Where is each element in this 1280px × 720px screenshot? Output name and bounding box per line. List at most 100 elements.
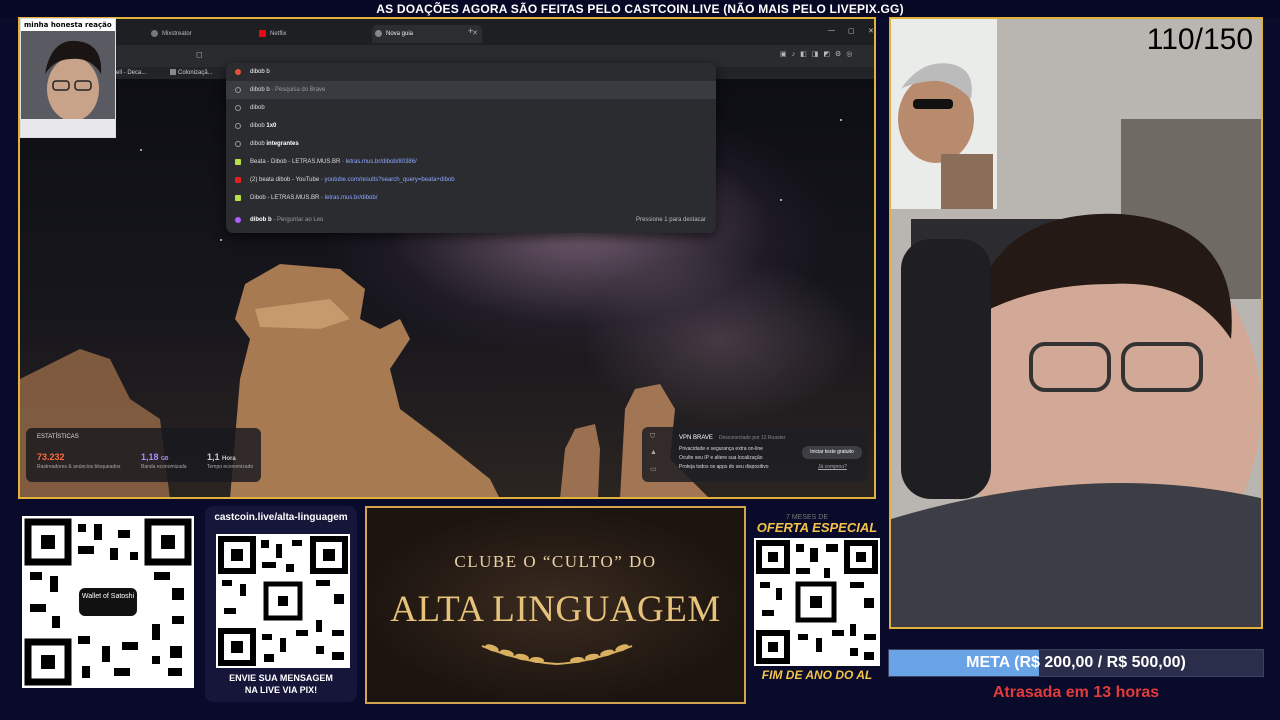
minimize-icon[interactable]: — bbox=[828, 27, 835, 34]
suggestion-text: Dibob - LETRAS.MUS.BR bbox=[250, 195, 320, 201]
vpn-feature: Oculte seu IP e altere sua localização bbox=[679, 455, 763, 461]
pix-qr-code bbox=[216, 534, 350, 668]
special-offer: 7 MESES DE OFERTA ESPECIAL FIM DE ANO DO… bbox=[750, 514, 884, 690]
vpn-feature: Proteja todos os apps do seu dispositivo bbox=[679, 464, 769, 470]
close-window-icon[interactable]: ✕ bbox=[868, 27, 874, 35]
bookmark-favicon bbox=[170, 69, 176, 76]
goal-text: META (R$ 200,00 / R$ 500,00) bbox=[966, 654, 1186, 671]
search-icon bbox=[235, 141, 241, 147]
maximize-icon[interactable]: ▢ bbox=[848, 27, 855, 35]
screen-icon: ▭ bbox=[650, 466, 657, 473]
offer-footer: FIM DE ANO DO AL bbox=[761, 668, 873, 682]
qr-pattern bbox=[756, 540, 878, 664]
shortcut-hint: Pressione 1 para destacar bbox=[635, 217, 706, 223]
pix-link[interactable]: castcoin.live/alta-linguagem bbox=[205, 512, 357, 523]
stat-value: 1,18 bbox=[141, 452, 159, 462]
suggestion-item[interactable]: Dibob - LETRAS.MUS.BR - letras.mus.br/di… bbox=[226, 189, 716, 207]
suggestion-item[interactable]: (2) beata dibob - YouTube - youtube.com/… bbox=[226, 171, 716, 189]
tab-label: Nova guia bbox=[386, 31, 414, 37]
stat-unit: GB bbox=[161, 456, 169, 462]
search-icon bbox=[235, 87, 241, 93]
netflix-icon bbox=[259, 30, 266, 37]
stat-blocked: 73.232 Rastreadores & anúncios bloqueado… bbox=[37, 452, 120, 470]
pix-message-line: ENVIE SUA MENSAGEM bbox=[229, 673, 333, 683]
delay-status: Atrasada em 13 horas bbox=[992, 684, 1160, 701]
tab-label: Netflix bbox=[270, 31, 287, 37]
wallet-of-satoshi-logo: Wallet of Satoshi bbox=[77, 586, 139, 618]
suggestion-item[interactable]: dibob bbox=[226, 99, 716, 117]
suggestion-text: dibob b bbox=[250, 87, 270, 93]
address-bar-input[interactable]: dibob b bbox=[226, 63, 716, 81]
stats-title: ESTATÍSTICAS bbox=[37, 434, 79, 440]
pix-message-line: NA LIVE VIA PIX! bbox=[244, 685, 318, 695]
bookmark-item[interactable]: Colonizaçã... bbox=[170, 68, 213, 78]
stat-label: Banda economizada bbox=[141, 464, 187, 470]
offer-title: OFERTA ESPECIAL bbox=[756, 520, 878, 535]
suggestion-item[interactable]: Beata - Dibob - LETRAS.MUS.BR - letras.m… bbox=[226, 153, 716, 171]
tab-favicon bbox=[151, 30, 158, 37]
new-tab-icon[interactable]: + bbox=[468, 26, 473, 36]
inset-video bbox=[891, 19, 997, 209]
vpn-widget: ⛉ ▲ ▭ VPN BRAVE Desconectado por 12 Roas… bbox=[642, 427, 868, 482]
tab-label: Mixstreator bbox=[162, 31, 192, 37]
suggestion-text: dibob bbox=[250, 105, 265, 111]
qr-pattern bbox=[218, 536, 348, 666]
shield-icon: ⛉ bbox=[650, 433, 656, 440]
stat-unit: Hora bbox=[222, 456, 236, 462]
address-bar-dropdown: dibob b dibob b - Pesquisa do Brave dibo… bbox=[226, 63, 716, 233]
suggestion-url: letras.mus.br/dibob/80386/ bbox=[345, 159, 417, 165]
start-trial-button[interactable]: Iniciar teste gratuito bbox=[802, 446, 862, 459]
stat-bandwidth: 1,18 GB Banda economizada bbox=[141, 452, 187, 470]
tab-mixstreator[interactable]: Mixstreator bbox=[148, 25, 248, 43]
suggestion-url: letras.mus.br/dibob/ bbox=[324, 195, 378, 201]
vpn-feature: Privacidade e segurança extra on-line bbox=[679, 446, 763, 452]
already-bought-link[interactable]: Já comprou? bbox=[818, 464, 847, 470]
stats-widget: ESTATÍSTICAS 73.232 Rastreadores & anúnc… bbox=[26, 428, 261, 482]
search-icon bbox=[235, 105, 241, 111]
tab-nova-guia[interactable]: Nova guia ✕ bbox=[372, 25, 482, 43]
ask-leo-item[interactable]: dibob b - Perguntar ao Leo Pressione 1 p… bbox=[226, 211, 716, 229]
address-bar-query: dibob b bbox=[250, 69, 270, 75]
stat-value: 1,1 bbox=[207, 452, 220, 462]
suggestion-url: youtube.com/results?search_query=beata+d… bbox=[324, 177, 455, 183]
ask-leo-suffix: - Perguntar ao Leo bbox=[271, 217, 324, 223]
view-counter: 110/150 bbox=[1146, 23, 1253, 56]
warning-icon: ▲ bbox=[650, 449, 657, 456]
bookmark-item[interactable]: ell - Deca... bbox=[116, 68, 146, 78]
tab-strip: Mixstreator Netflix Nova guia ✕ + — ▢ ✕ bbox=[20, 19, 874, 45]
letras-icon bbox=[235, 159, 241, 165]
suggestion-bold: integrantes bbox=[266, 141, 299, 147]
extension-icons[interactable]: ▣♪◧◨◩⚙◎ bbox=[780, 50, 857, 58]
stat-time: 1,1 Hora Tempo economizado bbox=[207, 452, 253, 470]
brave-shield-icon bbox=[235, 69, 241, 75]
pix-message: ENVIE SUA MENSAGEM NA LIVE VIA PIX! bbox=[205, 672, 357, 696]
tab-favicon bbox=[375, 30, 382, 37]
suggestion-text: dibob bbox=[250, 123, 267, 129]
suggestion-bold: 1x0 bbox=[266, 123, 277, 129]
clube-banner: CLUBE O “CULTO” DO ALTA LINGUAGEM bbox=[365, 506, 746, 704]
offer-qr-code bbox=[754, 538, 880, 666]
suggestion-text: Beata - Dibob - LETRAS.MUS.BR bbox=[250, 159, 341, 165]
ask-leo-query: dibob b bbox=[250, 217, 272, 223]
vpn-status: Desconectado por 12 Roaster bbox=[719, 435, 786, 441]
streamer-face bbox=[21, 19, 115, 137]
webcam-label: minha honesta reação bbox=[21, 19, 115, 31]
vpn-title: VPN BRAVE bbox=[679, 435, 713, 441]
leo-icon bbox=[235, 217, 241, 223]
suggestion-text: dibob bbox=[250, 141, 267, 147]
inset-person bbox=[891, 19, 997, 209]
suggestion-item[interactable]: dibob integrantes bbox=[226, 135, 716, 153]
suggestion-item[interactable]: dibob b - Pesquisa do Brave bbox=[226, 81, 716, 99]
pix-card: castcoin.live/alta-linguagem ENVIE SUA M… bbox=[205, 506, 357, 702]
laurel-icon bbox=[481, 644, 633, 665]
youtube-icon bbox=[235, 177, 241, 183]
bookmark-label: Colonizaçã... bbox=[178, 70, 213, 76]
suggestion-item[interactable]: dibob 1x0 bbox=[226, 117, 716, 135]
tab-netflix[interactable]: Netflix bbox=[256, 25, 356, 43]
search-icon bbox=[235, 123, 241, 129]
clube-title: ALTA LINGUAGEM bbox=[390, 589, 721, 630]
bookmark-icon[interactable]: ◻ bbox=[196, 50, 203, 59]
reaction-webcam: minha honesta reação bbox=[20, 18, 116, 138]
clube-subtitle: CLUBE O “CULTO” DO bbox=[454, 552, 657, 571]
donation-banner: AS DOAÇÕES AGORA SÃO FEITAS PELO CASTCOI… bbox=[0, 0, 1280, 18]
